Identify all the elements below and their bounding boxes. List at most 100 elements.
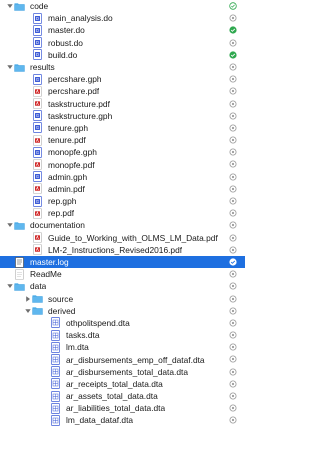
file-row[interactable]: Gadmin.gph xyxy=(0,171,245,183)
sync-pending-icon xyxy=(229,14,237,22)
do-file-icon: D xyxy=(32,37,43,49)
file-row[interactable]: Gmonopfe.gph xyxy=(0,146,245,158)
data-file-icon xyxy=(50,402,61,414)
sync-pending-icon xyxy=(229,343,237,351)
disclosure-open-icon[interactable] xyxy=(6,0,14,12)
sync-complete-icon xyxy=(229,51,237,59)
disclosure-open-icon[interactable] xyxy=(6,219,14,231)
item-label: othpolitspend.dta xyxy=(66,317,130,328)
sync-pending-icon xyxy=(229,404,237,412)
file-row[interactable]: admin.pdf xyxy=(0,183,245,195)
folder-row[interactable]: derived xyxy=(0,305,245,317)
file-row[interactable]: LM-2_Instructions_Revised2016.pdf xyxy=(0,244,245,256)
file-row[interactable]: Dmain_analysis.do xyxy=(0,12,245,24)
svg-text:D: D xyxy=(36,53,39,58)
folder-icon xyxy=(14,281,25,292)
file-row[interactable]: ar_liabilities_total_data.dta xyxy=(0,402,245,414)
file-row[interactable]: Drobust.do xyxy=(0,37,245,49)
sync-pending-icon xyxy=(229,148,237,156)
folder-icon xyxy=(14,62,25,73)
sync-pending-icon xyxy=(229,209,237,217)
sync-pending-icon xyxy=(229,416,237,424)
sync-pending-icon xyxy=(229,75,237,83)
file-row[interactable]: Guide_to_Working_with_OLMS_LM_Data.pdf xyxy=(0,232,245,244)
file-row[interactable]: lm.dta xyxy=(0,341,245,353)
file-row[interactable]: Dmaster.do xyxy=(0,24,245,36)
svg-text:D: D xyxy=(36,40,39,45)
svg-text:G: G xyxy=(36,174,39,179)
svg-text:G: G xyxy=(36,77,39,82)
graph-file-icon: G xyxy=(32,73,43,85)
svg-text:G: G xyxy=(36,126,39,131)
file-row[interactable]: tenure.pdf xyxy=(0,134,245,146)
file-row[interactable]: Grep.gph xyxy=(0,195,245,207)
folder-icon xyxy=(32,293,43,304)
folder-icon xyxy=(14,220,25,231)
sync-pending-icon xyxy=(229,173,237,181)
file-row[interactable]: Gtenure.gph xyxy=(0,122,245,134)
file-row[interactable]: Gtaskstructure.gph xyxy=(0,110,245,122)
item-label: main_analysis.do xyxy=(48,13,113,24)
folder-row[interactable]: data xyxy=(0,280,245,292)
graph-file-icon: G xyxy=(32,110,43,122)
file-row[interactable]: ar_receipts_total_data.dta xyxy=(0,378,245,390)
disclosure-closed-icon[interactable] xyxy=(24,293,32,305)
file-row[interactable]: othpolitspend.dta xyxy=(0,317,245,329)
sync-pending-icon xyxy=(229,392,237,400)
file-row[interactable]: taskstructure.pdf xyxy=(0,98,245,110)
file-row[interactable]: ar_disbursements_emp_off_dataf.dta xyxy=(0,353,245,365)
folder-row[interactable]: code xyxy=(0,0,245,12)
file-row[interactable]: master.log xyxy=(0,255,245,269)
file-row[interactable]: percshare.pdf xyxy=(0,85,245,97)
item-label: master.log xyxy=(30,257,69,268)
item-label: code xyxy=(30,1,49,12)
sync-pending-icon xyxy=(229,319,237,327)
item-label: ar_disbursements_emp_off_dataf.dta xyxy=(66,354,205,365)
file-row[interactable]: Gpercshare.gph xyxy=(0,73,245,85)
item-label: rep.gph xyxy=(48,196,77,207)
file-row[interactable]: tasks.dta xyxy=(0,329,245,341)
disclosure-open-icon[interactable] xyxy=(6,280,14,292)
pdf-file-icon xyxy=(32,232,43,243)
file-row[interactable]: ar_assets_total_data.dta xyxy=(0,390,245,402)
disclosure-open-icon[interactable] xyxy=(24,305,32,317)
folder-row[interactable]: documentation xyxy=(0,219,245,231)
file-row[interactable]: lm_data_dataf.dta xyxy=(0,414,245,426)
do-file-icon: D xyxy=(32,49,43,61)
file-row[interactable]: Dbuild.do xyxy=(0,49,245,61)
file-row[interactable]: ar_disbursements_total_data.dta xyxy=(0,366,245,378)
pdf-file-icon xyxy=(32,86,43,97)
item-label: data xyxy=(30,281,47,292)
disclosure-open-icon[interactable] xyxy=(6,61,14,73)
item-label: build.do xyxy=(48,49,78,60)
file-row[interactable]: rep.pdf xyxy=(0,207,245,219)
folder-row[interactable]: results xyxy=(0,61,245,73)
item-label: rep.pdf xyxy=(48,208,75,219)
pdf-file-icon xyxy=(32,183,43,195)
item-label: ReadMe xyxy=(30,269,62,280)
sync-pending-icon xyxy=(229,282,237,290)
sync-pending-icon xyxy=(229,39,237,47)
folder-row[interactable]: source xyxy=(0,293,245,305)
sync-pending-icon xyxy=(229,87,237,95)
item-label: Guide_to_Working_with_OLMS_LM_Data.pdf xyxy=(48,232,218,243)
item-label: taskstructure.gph xyxy=(48,110,113,121)
item-label: ar_disbursements_total_data.dta xyxy=(66,366,188,377)
data-file-icon xyxy=(50,341,61,353)
file-row[interactable]: ReadMe xyxy=(0,268,245,280)
file-row[interactable]: monopfe.pdf xyxy=(0,158,245,170)
item-label: percshare.pdf xyxy=(48,86,100,97)
